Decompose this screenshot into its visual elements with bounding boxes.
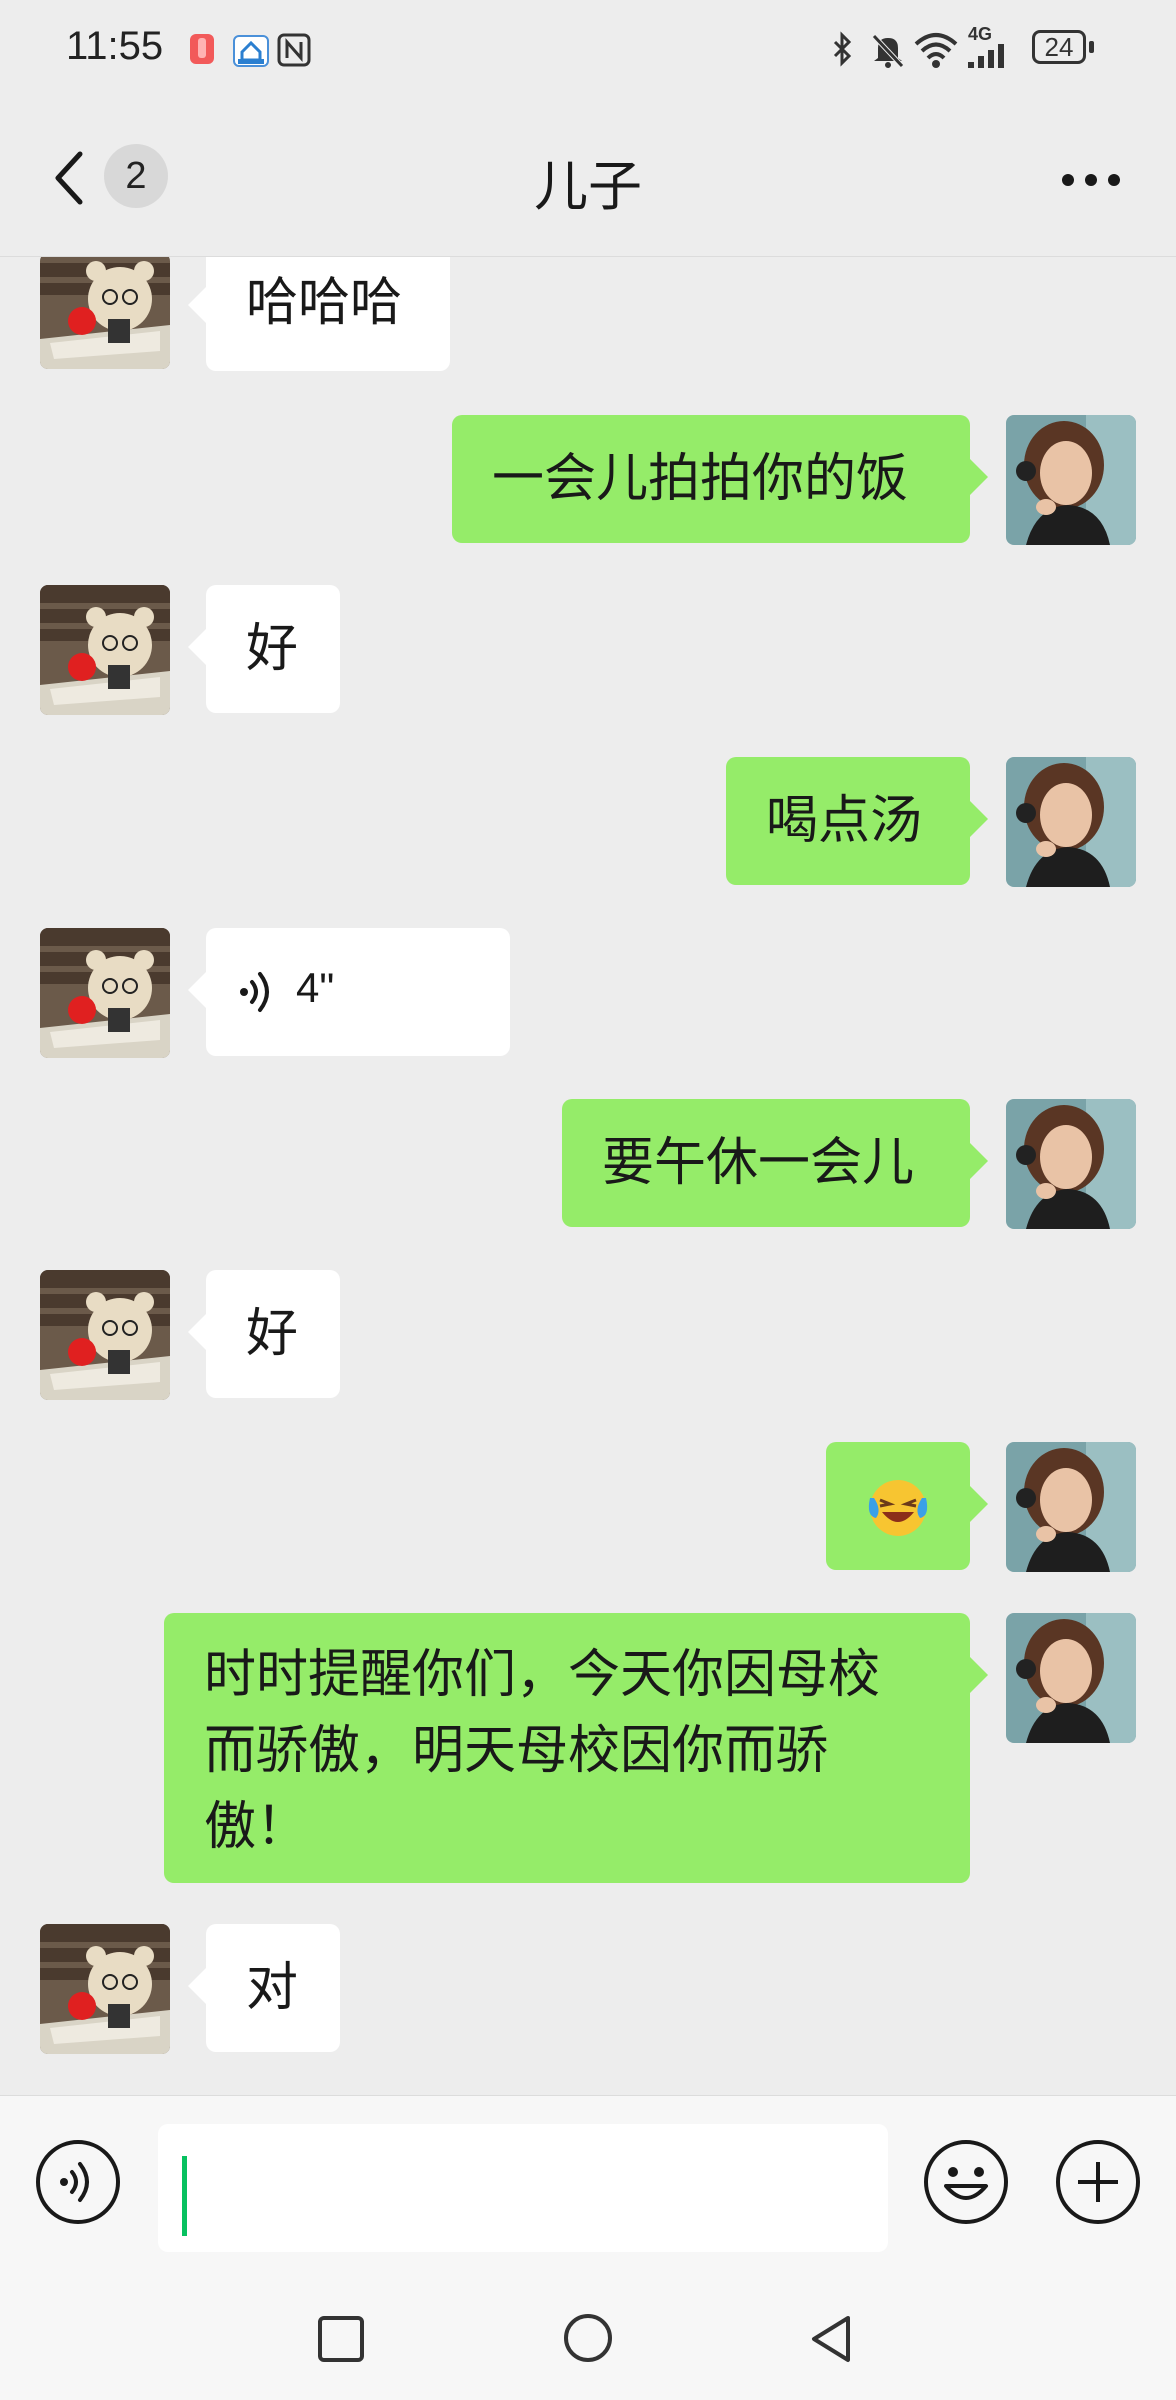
contact-avatar[interactable] (40, 928, 170, 1058)
app-notification-icon (190, 34, 214, 64)
chat-header: 2 儿子 (0, 100, 1176, 257)
voice-duration: 4" (296, 964, 335, 1011)
contact-avatar[interactable] (40, 257, 170, 369)
message-bubble-incoming[interactable]: 好 (188, 1270, 340, 1398)
home-button[interactable] (562, 2312, 614, 2364)
mute-icon (872, 34, 904, 68)
message-bubble-incoming[interactable]: 哈哈哈 (188, 257, 450, 371)
message-text: 好 (246, 1304, 299, 1364)
message-text: 喝点汤 (766, 791, 923, 851)
battery-icon: 24 (1032, 30, 1096, 68)
emoji-icon (924, 2140, 1008, 2224)
message-bubble-incoming[interactable]: 对 (188, 1924, 340, 2052)
my-avatar[interactable] (1006, 1613, 1136, 1743)
contact-avatar[interactable] (40, 1270, 170, 1400)
message-bubble-outgoing[interactable] (826, 1442, 988, 1570)
my-avatar[interactable] (1006, 1099, 1136, 1229)
message-input[interactable] (158, 2124, 888, 2252)
message-bubble-incoming[interactable]: 好 (188, 585, 340, 713)
message-bubble-outgoing[interactable]: 喝点汤 (726, 757, 988, 885)
nfc-icon (277, 33, 311, 67)
message-bubble-outgoing[interactable]: 要午休一会儿 (562, 1099, 988, 1227)
emoji-button[interactable] (922, 2138, 1010, 2226)
signal-icon (968, 44, 1004, 68)
my-avatar[interactable] (1006, 415, 1136, 545)
voice-input-button[interactable] (34, 2138, 122, 2226)
my-avatar[interactable] (1006, 1442, 1136, 1572)
message-bubble-outgoing[interactable]: 一会儿拍拍你的饭 (452, 415, 988, 543)
voice-wave-icon (240, 972, 269, 1012)
bluetooth-icon (833, 31, 852, 67)
recent-apps-button[interactable] (316, 2314, 366, 2364)
message-text: 一会儿拍拍你的饭 (492, 449, 909, 509)
laughing-crying-emoji-icon (868, 1480, 928, 1536)
message-line-1: 时时提醒你们，今天你因母校 (204, 1645, 881, 1705)
system-navigation-bar (0, 2272, 1176, 2400)
more-button[interactable] (1046, 160, 1136, 200)
message-bubble-outgoing[interactable]: 时时提醒你们，今天你因母校 而骄傲，明天母校因你而骄 傲！ (164, 1613, 988, 1883)
message-text: 要午休一会儿 (602, 1133, 915, 1193)
my-avatar[interactable] (1006, 757, 1136, 887)
more-icon (1062, 174, 1120, 186)
message-list[interactable]: 哈哈哈 一会儿拍拍你的饭 好 喝点汤 4" 要午休一会儿 好 时时提醒你们，今天… (0, 257, 1176, 2095)
voice-message-bubble[interactable]: 4" (188, 928, 510, 1056)
contact-avatar[interactable] (40, 1924, 170, 2054)
status-time: 11:55 (66, 24, 164, 68)
more-functions-button[interactable] (1054, 2138, 1142, 2226)
battery-level: 24 (1044, 32, 1074, 62)
home-app-icon (233, 35, 269, 67)
wifi-icon (914, 33, 958, 68)
back-nav-button[interactable] (806, 2312, 856, 2366)
message-text: 哈哈哈 (246, 273, 403, 333)
message-line-2: 而骄傲，明天母校因你而骄 (204, 1721, 829, 1781)
input-bar (0, 2095, 1176, 2272)
message-line-3: 傲！ (204, 1797, 309, 1857)
plus-icon (1056, 2140, 1140, 2224)
chat-title: 儿子 (534, 155, 642, 218)
text-caret (182, 2156, 187, 2236)
status-bar: 11:55 4G 24 (0, 0, 1176, 100)
message-text: 好 (246, 619, 299, 679)
contact-avatar[interactable] (40, 585, 170, 715)
message-text: 对 (246, 1958, 299, 2018)
voice-input-icon (36, 2140, 120, 2224)
